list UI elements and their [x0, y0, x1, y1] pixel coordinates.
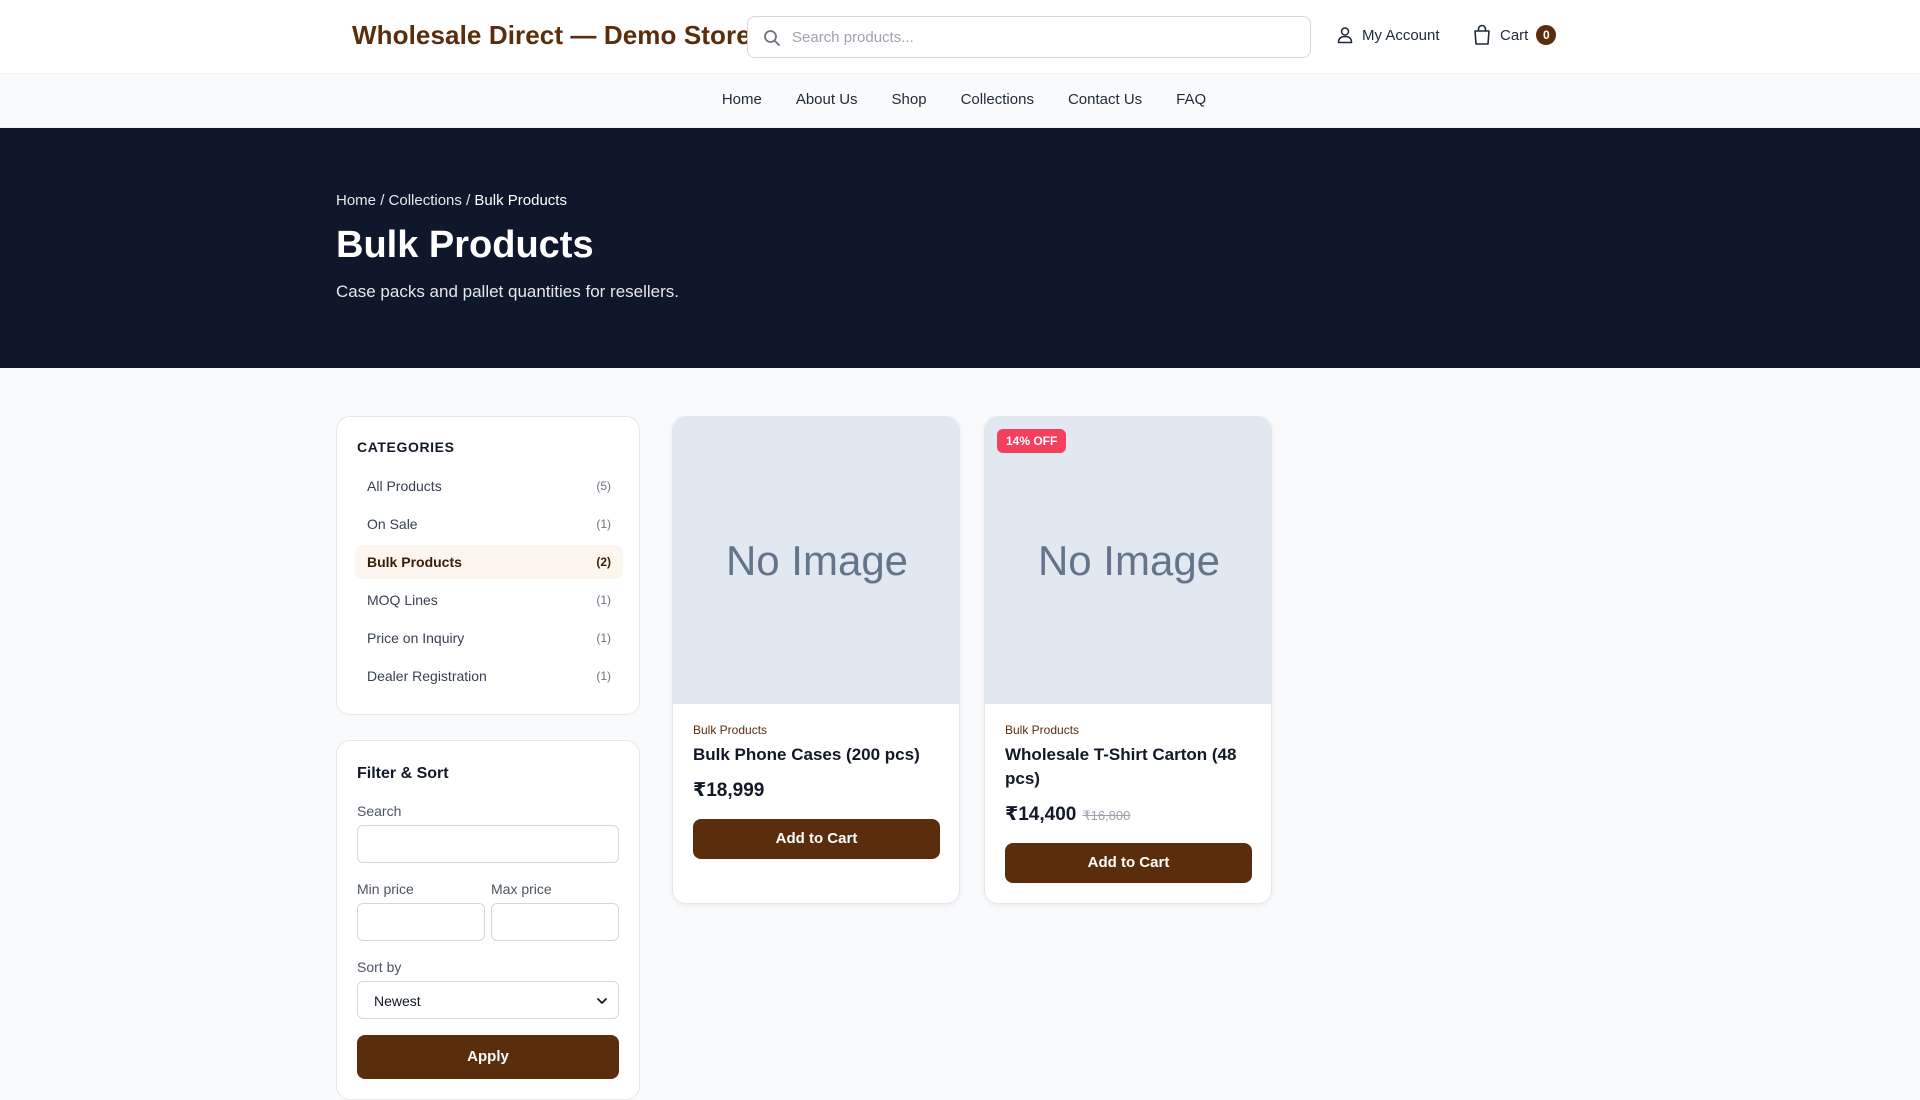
- breadcrumb-separator: /: [466, 192, 471, 209]
- add-to-cart-button[interactable]: Add to Cart: [1005, 843, 1252, 883]
- product-card[interactable]: No Image Bulk Products Bulk Phone Cases …: [672, 416, 960, 904]
- category-label: All Products: [367, 478, 442, 494]
- product-price: ₹14,400 ₹16,800: [1005, 803, 1130, 826]
- category-label: Bulk Products: [367, 554, 462, 570]
- apply-button[interactable]: Apply: [357, 1035, 619, 1079]
- max-price-input[interactable]: [491, 903, 619, 941]
- user-icon: [1337, 27, 1353, 44]
- search-field-label: Search: [357, 803, 402, 819]
- category-dealer-registration[interactable]: Dealer Registration (1): [355, 659, 623, 693]
- page-title: Bulk Products: [336, 224, 594, 266]
- cart-count-badge: 0: [1536, 25, 1557, 45]
- category-bulk-products[interactable]: Bulk Products (2): [355, 545, 623, 579]
- no-image-text: No Image: [1037, 536, 1221, 584]
- category-all-products[interactable]: All Products (5): [355, 469, 623, 503]
- nav-home[interactable]: Home: [722, 91, 762, 108]
- account-link[interactable]: My Account: [1336, 26, 1440, 44]
- nav-collections[interactable]: Collections: [961, 91, 1034, 108]
- collection-hero: Home / Collections / Bulk Products Bulk …: [0, 128, 1920, 368]
- nav-contact-us[interactable]: Contact Us: [1068, 91, 1142, 108]
- search-input[interactable]: [792, 17, 1302, 57]
- add-to-cart-button[interactable]: Add to Cart: [693, 819, 940, 859]
- breadcrumb-collections[interactable]: Collections: [389, 192, 462, 209]
- cart-label: Cart: [1500, 26, 1529, 44]
- product-card[interactable]: No Image 14% OFF Bulk Products Wholesale…: [984, 416, 1272, 904]
- category-count: (1): [596, 631, 611, 645]
- price-original: ₹16,800: [1082, 808, 1131, 823]
- filter-sort-panel: Filter & Sort Search Min price Max price…: [336, 740, 640, 1100]
- category-label: Price on Inquiry: [367, 630, 465, 646]
- filter-heading: Filter & Sort: [357, 765, 449, 782]
- product-name[interactable]: Bulk Phone Cases (200 pcs): [693, 743, 943, 767]
- category-count: (1): [596, 517, 611, 531]
- min-price-label: Min price: [357, 881, 414, 897]
- chevron-down-icon: [597, 998, 607, 1004]
- page-subtitle: Case packs and pallet quantities for res…: [336, 282, 680, 301]
- nav-shop[interactable]: Shop: [892, 91, 927, 108]
- categories-heading: CATEGORIES: [357, 439, 455, 455]
- product-category: Bulk Products: [693, 723, 768, 737]
- site-header: Wholesale Direct — Demo Store My Account…: [0, 0, 1920, 74]
- store-logo[interactable]: Wholesale Direct — Demo Store: [352, 20, 751, 51]
- categories-panel: CATEGORIES All Products (5) On Sale (1) …: [336, 416, 640, 715]
- nav-about-us[interactable]: About Us: [796, 91, 858, 108]
- breadcrumb: Home / Collections / Bulk Products: [336, 192, 567, 209]
- category-price-on-inquiry[interactable]: Price on Inquiry (1): [355, 621, 623, 655]
- breadcrumb-home[interactable]: Home: [336, 192, 376, 209]
- min-price-input[interactable]: [357, 903, 485, 941]
- breadcrumb-current: Bulk Products: [474, 192, 567, 209]
- search-box[interactable]: [747, 16, 1311, 58]
- product-image-placeholder[interactable]: No Image: [985, 417, 1271, 704]
- category-label: MOQ Lines: [367, 592, 438, 608]
- product-name[interactable]: Wholesale T-Shirt Carton (48 pcs): [1005, 743, 1255, 791]
- sort-selected-value: Newest: [374, 993, 421, 1009]
- price-current: ₹18,999: [693, 780, 765, 801]
- category-count: (1): [596, 593, 611, 607]
- category-count: (1): [596, 669, 611, 683]
- search-icon: [764, 30, 780, 46]
- shopping-bag-icon: [1474, 24, 1490, 45]
- category-label: On Sale: [367, 516, 418, 532]
- main-nav: Home About Us Shop Collections Contact U…: [0, 75, 1920, 128]
- max-price-label: Max price: [491, 881, 552, 897]
- filter-search-input[interactable]: [357, 825, 619, 863]
- category-count: (5): [596, 479, 611, 493]
- category-on-sale[interactable]: On Sale (1): [355, 507, 623, 541]
- product-category: Bulk Products: [1005, 723, 1080, 737]
- product-image-placeholder[interactable]: No Image: [673, 417, 959, 704]
- breadcrumb-separator: /: [380, 192, 385, 209]
- no-image-text: No Image: [725, 536, 909, 584]
- product-price: ₹18,999: [693, 779, 764, 802]
- category-moq-lines[interactable]: MOQ Lines (1): [355, 583, 623, 617]
- sort-by-label: Sort by: [357, 959, 402, 975]
- category-label: Dealer Registration: [367, 668, 487, 684]
- discount-badge: 14% OFF: [997, 429, 1067, 453]
- category-count: (2): [596, 555, 611, 569]
- cart-link[interactable]: Cart 0: [1472, 24, 1557, 46]
- nav-faq[interactable]: FAQ: [1176, 91, 1206, 108]
- sort-select[interactable]: Newest: [357, 981, 619, 1019]
- price-current: ₹14,400: [1005, 804, 1077, 825]
- account-label: My Account: [1362, 26, 1440, 44]
